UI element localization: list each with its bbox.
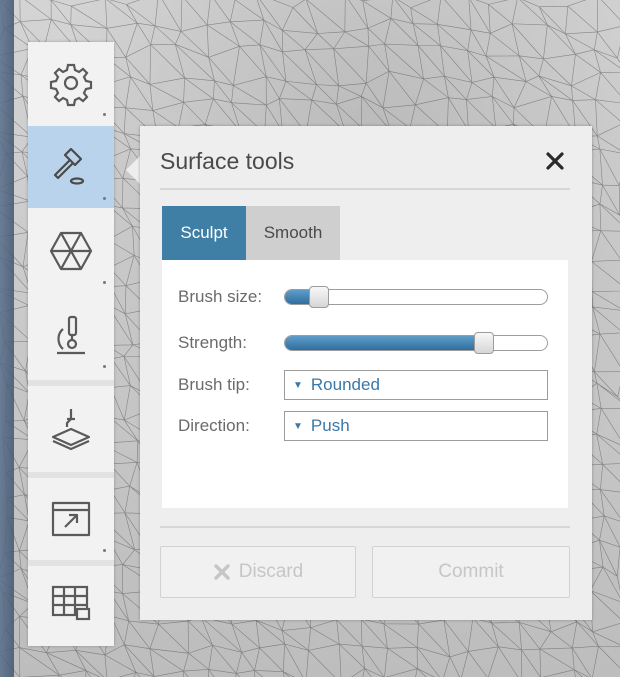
panel-pointer [126,156,140,184]
slider-thumb[interactable] [309,286,329,308]
close-icon [546,152,564,170]
tool-sculpt[interactable] [28,126,114,208]
direction-select[interactable]: ▼ Push [284,411,548,441]
table-grid-icon [51,585,91,621]
direction-row: Direction: ▼ Push [178,411,548,441]
brush-tip-label: Brush tip: [178,375,250,394]
tool-settings[interactable] [28,42,114,124]
left-edge-strip [0,0,14,677]
brush-tip-select[interactable]: ▼ Rounded [284,370,548,400]
tool-mesh[interactable] [28,210,114,292]
sculpt-tab-content: Brush size: Strength: Brush tip: ▼ Round… [162,260,568,508]
title-divider [160,188,570,190]
toolbar [28,42,114,646]
hammer-icon [53,147,85,185]
footer-divider [160,526,570,528]
tab-sculpt[interactable]: Sculpt [162,206,246,260]
brush-tip-row: Brush tip: ▼ Rounded [178,370,548,400]
submenu-indicator [103,197,106,200]
submenu-indicator [103,549,106,552]
strength-row: Strength: [178,328,548,358]
discard-label: Discard [238,561,304,582]
brush-tip-value: Rounded [310,375,380,394]
gear-icon [49,63,93,107]
print-plate-icon [51,409,91,451]
surface-tools-panel: Surface tools Sculpt Smooth Brush size: … [140,126,592,620]
export-window-icon [51,501,91,537]
dropdown-arrow-icon: ▼ [293,420,303,432]
direction-label: Direction: [178,416,250,435]
brush-size-slider[interactable] [284,286,548,308]
mesh-hexagon-icon [49,231,93,271]
strength-label: Strength: [178,333,247,352]
microscope-icon [57,315,85,355]
submenu-indicator [103,281,106,284]
slider-fill [285,336,484,350]
tab-smooth[interactable]: Smooth [246,206,340,260]
tool-analysis[interactable] [28,294,114,376]
brush-size-label: Brush size: [178,287,263,306]
strength-slider[interactable] [284,332,548,354]
direction-value: Push [310,416,350,435]
x-icon [214,564,230,580]
tool-export[interactable] [28,478,114,560]
brush-size-row: Brush size: [178,282,548,312]
toolbar-separator [28,380,114,386]
tool-table[interactable] [28,562,114,644]
discard-button[interactable]: Discard [160,546,356,598]
submenu-indicator [103,365,106,368]
commit-label: Commit [438,561,504,582]
dropdown-arrow-icon: ▼ [293,379,303,391]
panel-title: Surface tools [160,148,295,174]
tool-print[interactable] [28,388,114,470]
slider-thumb[interactable] [474,332,494,354]
close-button[interactable] [542,148,568,174]
submenu-indicator [103,113,106,116]
commit-button[interactable]: Commit [372,546,570,598]
tab-bar: Sculpt Smooth [162,206,340,260]
